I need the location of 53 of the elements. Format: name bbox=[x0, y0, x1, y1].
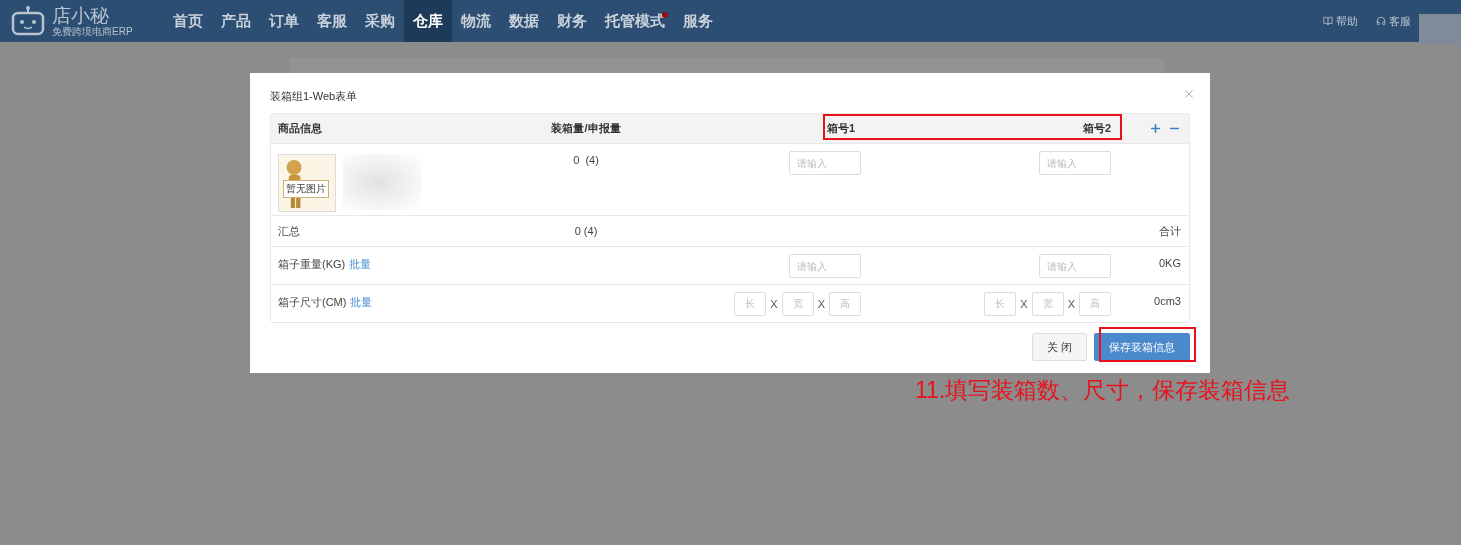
total-label: 合计 bbox=[1159, 223, 1181, 239]
quantity-text: 0 (4) bbox=[573, 154, 599, 166]
save-button[interactable]: 保存装箱信息 bbox=[1094, 333, 1190, 361]
input-field[interactable]: 高 bbox=[829, 291, 861, 316]
input-field[interactable]: 请输入 bbox=[789, 151, 861, 175]
input-field[interactable]: 请输入 bbox=[1039, 151, 1111, 175]
add-icon[interactable] bbox=[1149, 122, 1162, 135]
nav-tab[interactable]: 托管模式 bbox=[596, 0, 674, 42]
logo-tagline: 免费跨境电商ERP bbox=[52, 25, 133, 37]
times-sign: X bbox=[770, 297, 778, 310]
volume-total: 0cm3 bbox=[1154, 295, 1181, 307]
input-field[interactable]: 长 bbox=[734, 291, 767, 316]
weight-total: 0KG bbox=[1159, 257, 1181, 269]
header-link[interactable]: 客服 bbox=[1376, 13, 1411, 29]
input-field[interactable]: 宽 bbox=[781, 291, 814, 316]
batch-link[interactable]: 批量 bbox=[349, 257, 372, 272]
close-icon[interactable] bbox=[1182, 87, 1196, 101]
column-header: 商品信息 bbox=[278, 121, 322, 136]
size-label: 箱子尺寸(CM) bbox=[278, 295, 347, 310]
weight-label: 箱子重量(KG) bbox=[278, 257, 346, 272]
input-field[interactable]: 宽 bbox=[1031, 291, 1064, 316]
times-sign: X bbox=[1020, 297, 1028, 310]
input-field[interactable]: 请输入 bbox=[789, 254, 861, 278]
logo-name: 店小秘 bbox=[52, 5, 110, 26]
nav-tab[interactable]: 首页 bbox=[164, 0, 212, 42]
nav-tab[interactable]: 财务 bbox=[548, 0, 596, 42]
annotation-text: 11.填写装箱数、尺寸，保存装箱信息 bbox=[915, 376, 1291, 405]
times-sign: X bbox=[1067, 297, 1075, 310]
nav-tab[interactable]: 数据 bbox=[500, 0, 548, 42]
column-header: 箱号2 bbox=[1082, 121, 1111, 136]
nav-tab[interactable]: 产品 bbox=[212, 0, 260, 42]
input-field[interactable]: 长 bbox=[984, 291, 1017, 316]
modal-title: 装箱组1-Web表单 bbox=[270, 89, 358, 104]
nav-tab[interactable]: 订单 bbox=[260, 0, 308, 42]
nav-tab[interactable]: 采购 bbox=[356, 0, 404, 42]
nav-tab[interactable]: 客服 bbox=[308, 0, 356, 42]
input-field[interactable]: 请输入 bbox=[1039, 254, 1111, 278]
column-header: 箱号1 bbox=[826, 121, 855, 136]
nav-tab[interactable]: 服务 bbox=[674, 0, 722, 42]
column-header: 装箱量/申报量 bbox=[551, 121, 621, 136]
summary-quantity: 0 (4) bbox=[574, 225, 598, 237]
batch-link[interactable]: 批量 bbox=[350, 295, 373, 310]
book-icon bbox=[1323, 16, 1333, 26]
nav-tab[interactable]: 仓库 bbox=[404, 0, 452, 42]
headset-icon bbox=[1376, 16, 1386, 26]
header-link[interactable]: 帮助 bbox=[1323, 13, 1358, 29]
no-image-label: 暂无图片 bbox=[283, 180, 329, 198]
times-sign: X bbox=[817, 297, 825, 310]
robot-logo-icon bbox=[10, 5, 46, 37]
input-field[interactable]: 高 bbox=[1079, 291, 1111, 316]
summary-label: 汇总 bbox=[278, 223, 300, 239]
nav-tab[interactable]: 物流 bbox=[452, 0, 500, 42]
close-button[interactable]: 关 闭 bbox=[1031, 333, 1087, 361]
